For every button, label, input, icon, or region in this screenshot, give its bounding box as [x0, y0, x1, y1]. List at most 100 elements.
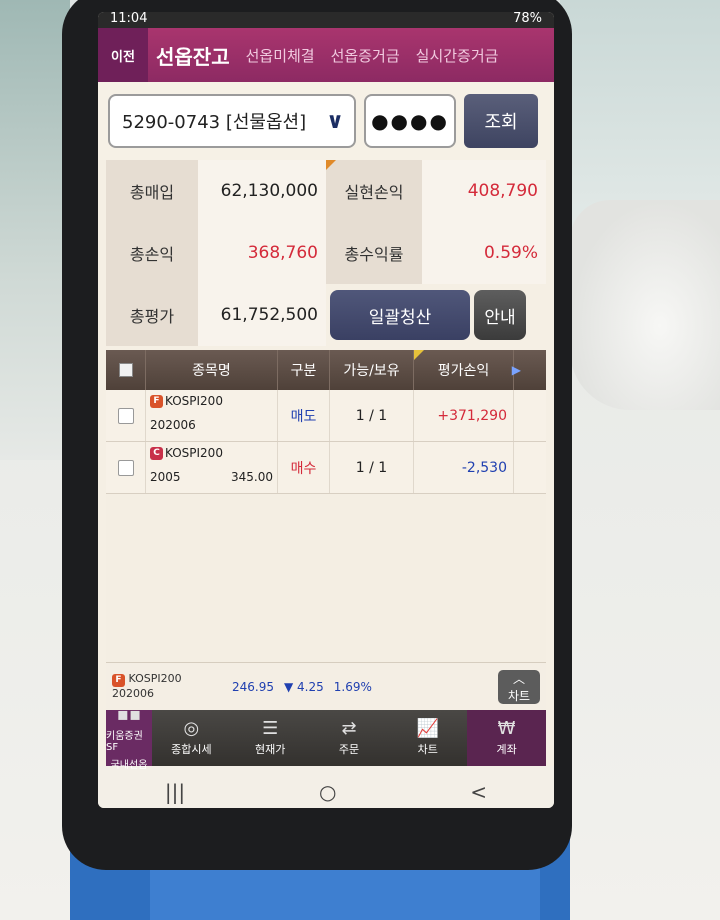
guide-button[interactable]: 안내: [474, 290, 526, 340]
summary-row: 총매입 62,130,000 실현손익 408,790: [106, 160, 546, 222]
tab-futures-balance[interactable]: 선옵잔고: [148, 41, 238, 70]
summary-row: 총손익 368,760 총수익률 0.59%: [106, 222, 546, 284]
select-all-checkbox[interactable]: [118, 363, 133, 377]
total-return-value: 0.59%: [422, 222, 546, 284]
total-pnl-label: 총손익: [106, 222, 198, 284]
header-type[interactable]: 구분: [278, 350, 330, 390]
back-icon[interactable]: <: [470, 780, 487, 804]
row-checkbox-cell: [106, 390, 146, 441]
nav-current-price[interactable]: ☰ 현재가: [231, 710, 310, 766]
status-battery: 78%: [513, 12, 542, 26]
row-name-cell: C KOSPI200 2005 345.00: [146, 442, 278, 493]
futures-badge-icon: F: [112, 673, 125, 687]
nav-domestic-futures[interactable]: ▪▪ 키움증권SF 국내선옵: [106, 705, 152, 771]
product-strike: 345.00: [231, 470, 273, 484]
row-pnl: +371,290: [414, 390, 514, 441]
futures-badge-icon: F: [150, 394, 163, 408]
chart-button-label: 차트: [507, 688, 531, 703]
row-pnl: -2,530: [414, 442, 514, 493]
row-checkbox-cell: [106, 442, 146, 493]
ticker-code: 202006: [112, 686, 154, 700]
summary-panel: 총매입 62,130,000 실현손익 408,790 총손익 368,760 …: [98, 160, 554, 346]
query-button[interactable]: 조회: [464, 94, 538, 148]
tab-futures-unfilled[interactable]: 선옵미체결: [238, 45, 323, 66]
account-row: 5290-0743 [선물옵션] ∨ ●●●● 조회: [98, 82, 554, 160]
line-chart-icon: 📈: [416, 717, 439, 739]
row-type: 매도: [278, 390, 330, 441]
corner-marker: [326, 160, 336, 170]
nav-home-label: 국내선옵: [110, 759, 148, 771]
header-qty[interactable]: 가능/보유: [330, 350, 414, 390]
password-field[interactable]: ●●●●: [364, 94, 456, 148]
header-pnl[interactable]: 평가손익 ▶: [414, 350, 521, 390]
summary-row: 총평가 61,752,500 일괄청산 안내: [106, 284, 546, 346]
realized-pnl-label-text: 실현손익: [344, 183, 404, 202]
globe-chart-icon: ◎: [183, 717, 200, 739]
nav-market-overview[interactable]: ◎ 종합시세: [152, 710, 231, 766]
nav-brand: 키움증권SF: [106, 730, 143, 753]
call-option-badge-icon: C: [150, 446, 163, 460]
tab-bar: 이전 선옵잔고 선옵미체결 선옵증거금 실시간증거금: [98, 28, 554, 82]
product-name: KOSPI200: [165, 394, 223, 408]
nav-label: 종합시세: [171, 742, 212, 756]
row-name-cell: F KOSPI200 202006: [146, 390, 278, 441]
total-eval-value: 61,752,500: [198, 284, 326, 346]
ticker-product: KOSPI200: [128, 672, 182, 686]
chart-button[interactable]: ︿ 차트: [498, 669, 540, 704]
price-bars-icon: ☰: [262, 717, 279, 739]
row-qty: 1 / 1: [330, 390, 414, 441]
corner-marker: [414, 350, 424, 360]
row-checkbox[interactable]: [117, 459, 134, 476]
select-all-cell: [106, 350, 146, 390]
total-buy-value: 62,130,000: [198, 160, 326, 222]
row-type: 매수: [278, 442, 330, 493]
recent-apps-icon[interactable]: |||: [165, 780, 185, 804]
nav-order[interactable]: ⇄ 주문: [310, 710, 389, 766]
nav-account[interactable]: ₩ 계좌: [467, 710, 546, 766]
account-select[interactable]: 5290-0743 [선물옵션] ∨: [108, 94, 356, 148]
nav-chart[interactable]: 📈 차트: [388, 710, 467, 766]
status-time: 11:04: [110, 12, 148, 26]
realized-pnl-value: 408,790: [422, 160, 546, 222]
ticker-name: F KOSPI200 202006: [112, 672, 222, 701]
product-name: KOSPI200: [165, 446, 223, 460]
scroll-right-icon[interactable]: ▶: [512, 363, 521, 377]
home-icon[interactable]: ○: [319, 780, 336, 804]
liquidate-all-button[interactable]: 일괄청산: [330, 290, 470, 340]
nav-label: 주문: [338, 742, 360, 756]
chevron-down-icon: ∨: [326, 108, 344, 134]
total-buy-label: 총매입: [106, 160, 198, 222]
product-code: 202006: [150, 418, 196, 432]
row-checkbox[interactable]: [117, 407, 134, 424]
nav-label: 계좌: [496, 742, 517, 756]
ticker-strip[interactable]: F KOSPI200 202006 246.95 ▼ 4.25 1.69% ︿ …: [106, 662, 546, 710]
table-header: 종목명 구분 가능/보유 평가손익 ▶: [106, 350, 546, 390]
background-fan-base: [570, 200, 720, 410]
won-icon: ₩: [497, 717, 516, 739]
tab-realtime-margin[interactable]: 실시간증거금: [408, 45, 507, 66]
total-eval-label: 총평가: [106, 284, 198, 346]
table-row[interactable]: F KOSPI200 202006 매도 1 / 1 +371,290: [106, 390, 546, 442]
exchange-arrows-icon: ⇄: [341, 717, 357, 739]
ticker-pct: 1.69%: [333, 679, 372, 694]
row-qty: 1 / 1: [330, 442, 414, 493]
prev-button[interactable]: 이전: [98, 28, 148, 82]
nav-label: 현재가: [255, 742, 286, 756]
bottom-nav: ▪▪ 키움증권SF 국내선옵 ◎ 종합시세 ☰ 현재가 ⇄ 주문 📈 차트 ₩ …: [106, 705, 546, 771]
table-row[interactable]: C KOSPI200 2005 345.00 매수 1 / 1 -2,530: [106, 442, 546, 494]
product-sub-line: 202006: [150, 418, 273, 432]
background-window-left: [0, 0, 70, 460]
product-line: C KOSPI200: [150, 446, 273, 460]
header-pnl-text: 평가손익: [437, 363, 490, 379]
grid-icon: ▪▪: [116, 703, 142, 725]
chevron-up-icon: ︿: [512, 671, 525, 686]
header-name[interactable]: 종목명: [146, 350, 278, 390]
status-bar: 11:04 78%: [98, 12, 554, 28]
tab-futures-margin[interactable]: 선옵증거금: [323, 45, 408, 66]
product-line: F KOSPI200: [150, 394, 273, 408]
app-screen: 11:04 78% 이전 선옵잔고 선옵미체결 선옵증거금 실시간증거금 529…: [98, 12, 554, 808]
ticker-change: ▼ 4.25: [284, 679, 324, 694]
product-sub-line: 2005 345.00: [150, 470, 273, 484]
product-code: 2005: [150, 470, 181, 484]
nav-label: 차트: [417, 742, 438, 756]
